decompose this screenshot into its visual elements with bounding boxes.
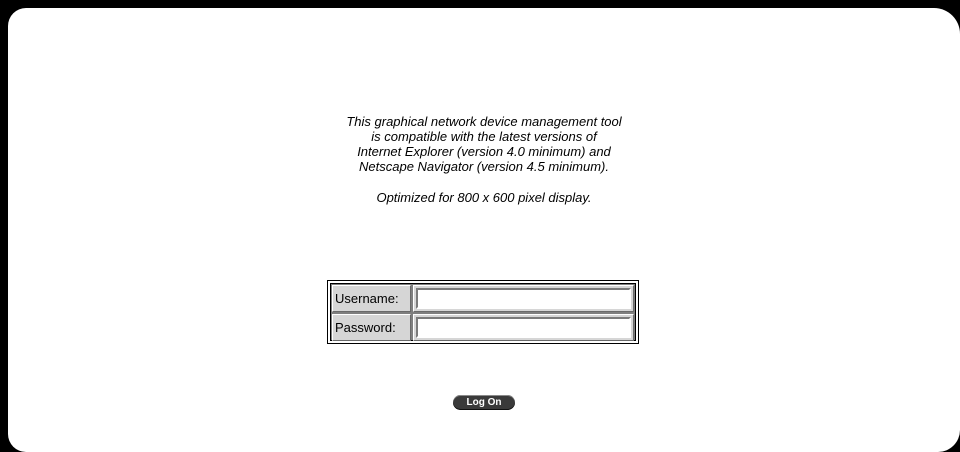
password-input[interactable]	[416, 317, 631, 338]
notice-line-3: Internet Explorer (version 4.0 minimum) …	[357, 144, 611, 159]
log-on-button[interactable]: Log On	[453, 395, 515, 410]
login-form-inner: Username: Password:	[330, 283, 636, 341]
password-row: Password:	[332, 314, 634, 341]
notice-spacer	[0, 174, 960, 190]
content-panel	[8, 8, 960, 452]
username-label: Username:	[332, 285, 411, 312]
notice-line-2: is compatible with the latest versions o…	[371, 129, 597, 144]
display-note: Optimized for 800 x 600 pixel display.	[376, 190, 592, 205]
username-input[interactable]	[416, 288, 631, 309]
password-label: Password:	[332, 314, 411, 341]
compatibility-notice: This graphical network device management…	[0, 114, 960, 205]
browser-frame: This graphical network device management…	[0, 0, 960, 452]
notice-line-4: Netscape Navigator (version 4.5 minimum)…	[359, 159, 609, 174]
notice-line-1: This graphical network device management…	[346, 114, 622, 129]
login-form: Username: Password:	[327, 280, 639, 344]
password-cell	[413, 314, 634, 341]
username-row: Username:	[332, 285, 634, 312]
username-cell	[413, 285, 634, 312]
